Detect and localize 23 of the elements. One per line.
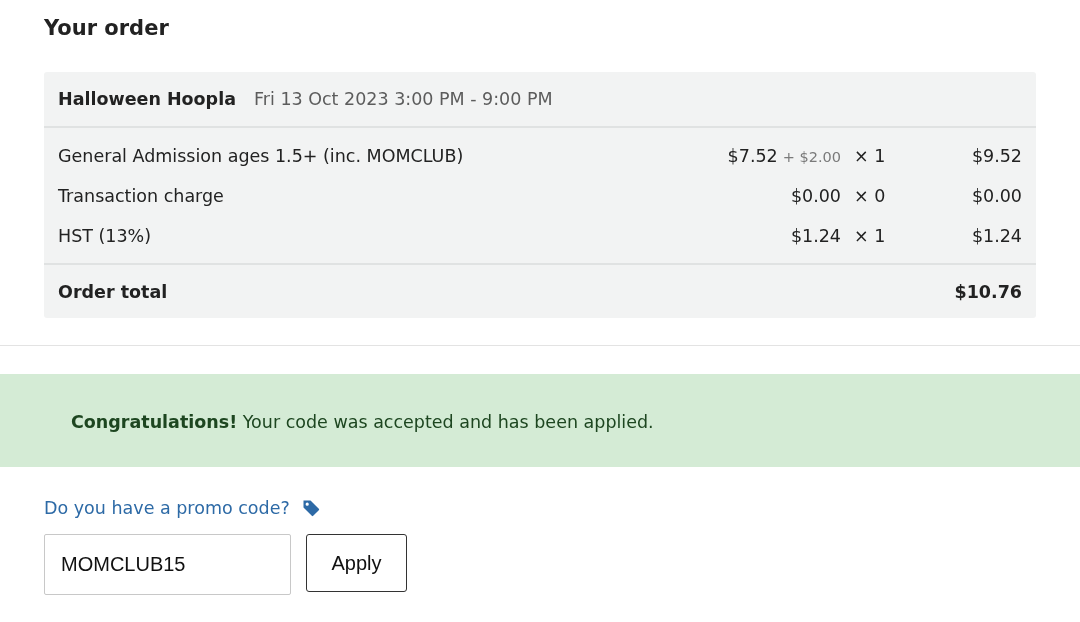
quantity: × 0 (854, 186, 886, 206)
promo-code-link[interactable]: Do you have a promo code? (44, 497, 290, 519)
event-name: Halloween Hoopla (58, 89, 236, 109)
unit-price: $1.24 (790, 226, 841, 246)
quantity: × 1 (854, 146, 886, 166)
tag-icon (301, 499, 320, 517)
line-total: $9.52 (971, 146, 1022, 166)
quantity: × 1 (854, 226, 886, 246)
total-label: Order total (58, 281, 168, 302)
alert-message: Congratulations! Your code was accepted and has been applied. (71, 411, 654, 432)
unit-price: $0.00 (790, 186, 841, 206)
line-total: $1.24 (971, 226, 1022, 246)
line-item-name: General Admission ages 1.5+ (inc. MOMCLUB) (58, 146, 464, 166)
line-item-name: Transaction charge (58, 186, 224, 206)
fee-amount: + $2.00 (782, 149, 841, 165)
total-amount: $10.76 (954, 281, 1022, 302)
page-title: Your order (44, 15, 169, 42)
apply-button[interactable]: Apply (306, 534, 407, 592)
promo-code-input[interactable]: MOMCLUB15 (44, 534, 291, 595)
unit-price: $7.52 (727, 146, 778, 166)
line-total: $0.00 (971, 186, 1022, 206)
line-item-name: HST (13%) (58, 226, 152, 246)
event-date: Fri 13 Oct 2023 3:00 PM - 9:00 PM (253, 89, 553, 109)
